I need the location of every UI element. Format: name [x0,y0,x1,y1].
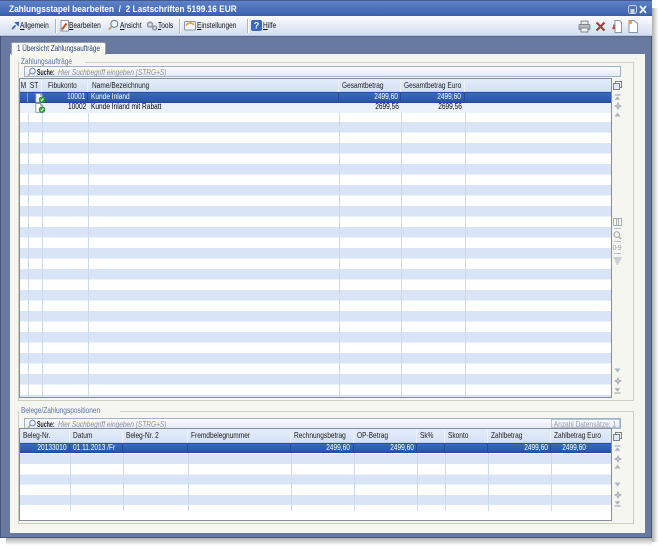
svg-text:?: ? [254,21,260,31]
